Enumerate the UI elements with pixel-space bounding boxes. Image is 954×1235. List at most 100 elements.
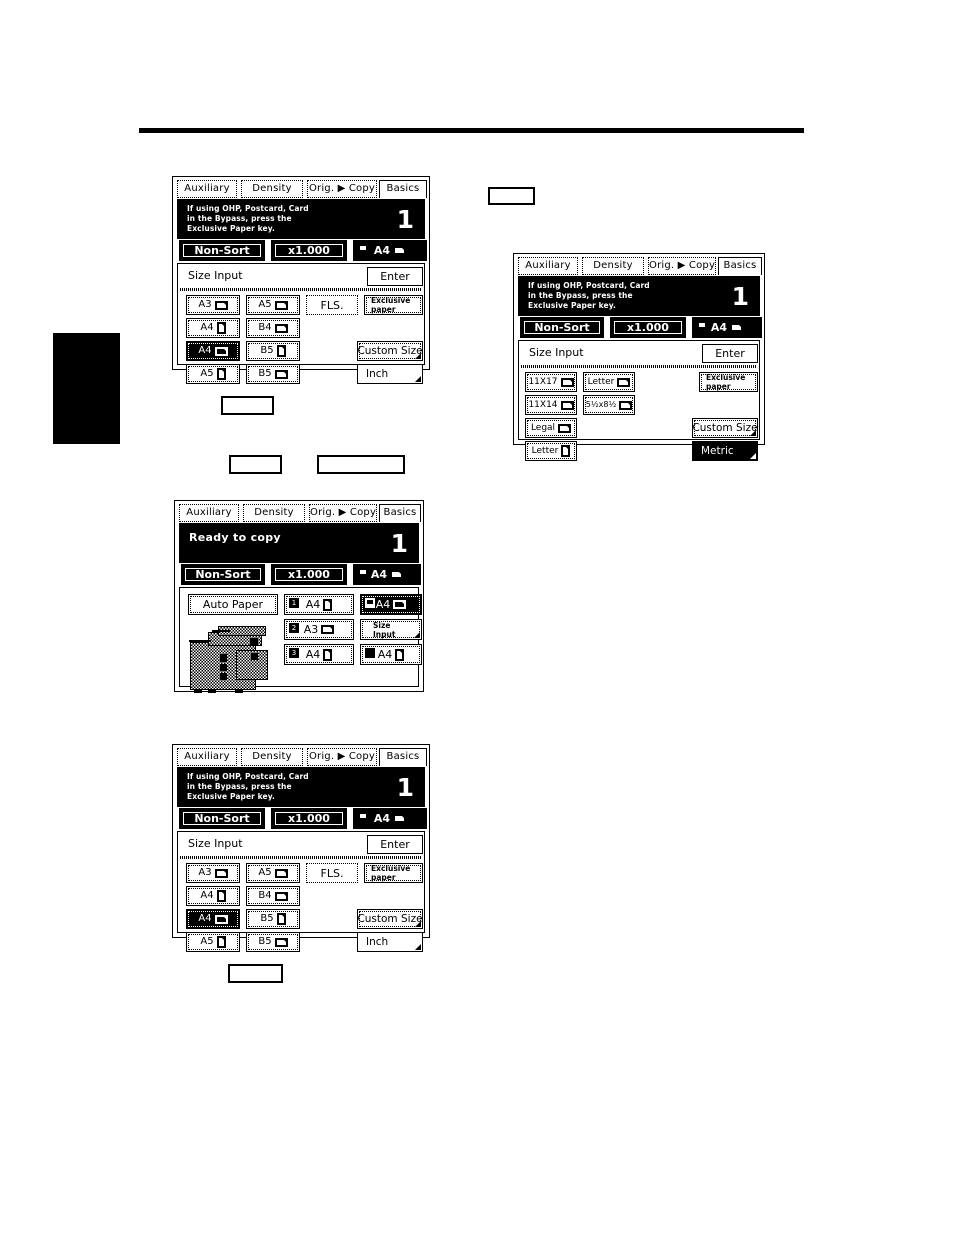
- custom-size-label: Custom Size: [357, 344, 423, 357]
- paper-orientation-landscape-icon: [214, 300, 228, 310]
- size-key-5half-x-8half-land[interactable]: 5½x8½: [583, 395, 635, 415]
- tab-auxiliary[interactable]: Auxiliary: [518, 257, 578, 275]
- status-paper-button[interactable]: A4: [353, 240, 427, 261]
- size-key-a4-port[interactable]: A4: [186, 318, 240, 338]
- status-sort-button[interactable]: Non-Sort: [179, 808, 265, 829]
- exclusive-paper-button[interactable]: Exclusive paper: [364, 863, 423, 883]
- custom-size-button[interactable]: Custom Size: [357, 341, 423, 361]
- status-paper-button[interactable]: A4: [692, 317, 762, 338]
- size-key-a4-land[interactable]: A4: [186, 909, 240, 929]
- size-key-a4-port[interactable]: A4: [186, 886, 240, 906]
- size-key-label: B4: [258, 322, 272, 333]
- tab-basics[interactable]: Basics: [379, 748, 427, 766]
- size-input-button[interactable]: Size Input: [360, 619, 422, 640]
- custom-size-label: Custom Size: [357, 912, 423, 925]
- size-input-label: Size Input: [361, 621, 421, 639]
- size-key-b5-land[interactable]: B5: [246, 364, 300, 384]
- status-zoom-button[interactable]: x1.000: [271, 240, 347, 261]
- tab-density[interactable]: Density: [241, 180, 303, 198]
- status-paper-button[interactable]: A4: [353, 564, 421, 585]
- size-key-letter-land[interactable]: Letter: [583, 372, 635, 392]
- tab-basics[interactable]: Basics: [718, 257, 762, 275]
- custom-size-label: Custom Size: [692, 421, 758, 434]
- exclusive-paper-button[interactable]: Exclusive paper: [364, 295, 423, 315]
- message-line-2: in the Bypass, press the: [528, 291, 633, 300]
- size-key-a5-land[interactable]: A5: [246, 863, 300, 883]
- status-zoom-button[interactable]: x1.000: [271, 808, 347, 829]
- size-key-b5-port[interactable]: B5: [246, 341, 300, 361]
- size-key-a5-port[interactable]: A5: [186, 364, 240, 384]
- size-key-a3-land[interactable]: A3: [186, 295, 240, 315]
- lct-tray-key[interactable]: A4: [360, 644, 422, 665]
- message-bar: If using OHP, Postcard, Card in the Bypa…: [518, 276, 760, 316]
- paper-orientation-portrait-icon: [216, 368, 226, 380]
- paper-orientation-landscape-icon: [558, 423, 572, 433]
- status-sort-button[interactable]: Non-Sort: [179, 240, 265, 261]
- tray-key-3[interactable]: 3 A4: [284, 644, 354, 665]
- size-key-b4-land[interactable]: B4: [246, 886, 300, 906]
- paper-orientation-landscape-icon: [274, 937, 288, 947]
- size-key-b5-land[interactable]: B5: [246, 932, 300, 952]
- status-paper-button[interactable]: A4: [353, 808, 427, 829]
- tab-basics[interactable]: Basics: [379, 180, 427, 198]
- paper-orientation-landscape-icon: [730, 323, 744, 332]
- tray-key-2[interactable]: 2 A3: [284, 619, 354, 640]
- tab-label: Basics: [386, 751, 420, 762]
- size-key-legal-land[interactable]: Legal: [525, 418, 577, 438]
- size-key-11x17-land[interactable]: 11X17: [525, 372, 577, 392]
- message-bar: If using OHP, Postcard, Card in the Bypa…: [177, 199, 425, 239]
- size-key-fls[interactable]: FLS.: [306, 863, 358, 883]
- bypass-tray-icon: [365, 598, 375, 608]
- tab-orig-copy[interactable]: Orig. ▶ Copy: [307, 180, 377, 198]
- paper-orientation-portrait-icon: [395, 648, 405, 661]
- tray-number-icon: 1: [289, 598, 299, 608]
- paper-orientation-landscape-icon: [274, 369, 288, 379]
- tray-key-1[interactable]: 1 A4: [284, 594, 354, 615]
- tab-density[interactable]: Density: [243, 504, 305, 522]
- tab-auxiliary[interactable]: Auxiliary: [179, 504, 239, 522]
- unit-toggle-button[interactable]: Metric: [692, 441, 758, 461]
- size-key-b5-port[interactable]: B5: [246, 909, 300, 929]
- size-key-label: Letter: [587, 376, 615, 387]
- tab-auxiliary[interactable]: Auxiliary: [177, 748, 237, 766]
- size-key-a3-land[interactable]: A3: [186, 863, 240, 883]
- tab-row: Auxiliary Density Orig. ▶ Copy Basics: [179, 504, 421, 523]
- enter-button[interactable]: Enter: [367, 835, 423, 854]
- size-key-a5-land[interactable]: A5: [246, 295, 300, 315]
- custom-size-button[interactable]: Custom Size: [357, 909, 423, 929]
- size-key-a5-port[interactable]: A5: [186, 932, 240, 952]
- tab-density[interactable]: Density: [582, 257, 644, 275]
- copy-count: 1: [396, 205, 414, 234]
- tab-auxiliary[interactable]: Auxiliary: [177, 180, 237, 198]
- size-key-11x14-land[interactable]: 11X14: [525, 395, 577, 415]
- exclusive-paper-button[interactable]: Exclusive paper: [699, 372, 758, 392]
- copy-count: 1: [396, 773, 414, 802]
- size-key-fls[interactable]: FLS.: [306, 295, 358, 315]
- status-row: Non-Sort x1.000 A4: [179, 564, 421, 586]
- enter-button[interactable]: Enter: [702, 344, 758, 363]
- tab-orig-copy[interactable]: Orig. ▶ Copy: [309, 504, 377, 522]
- tab-orig-copy[interactable]: Orig. ▶ Copy: [648, 257, 716, 275]
- status-sort-button[interactable]: Non-Sort: [181, 564, 265, 585]
- size-key-letter-port[interactable]: Letter: [525, 441, 577, 461]
- unit-toggle-button[interactable]: Inch: [357, 364, 423, 384]
- paper-orientation-landscape-icon: [390, 570, 404, 579]
- custom-size-button[interactable]: Custom Size: [692, 418, 758, 438]
- enter-button[interactable]: Enter: [367, 267, 423, 286]
- callout-box-3: [229, 455, 282, 474]
- tab-basics[interactable]: Basics: [379, 504, 421, 522]
- tab-row: Auxiliary Density Orig. ▶ Copy Basics: [177, 180, 427, 199]
- status-zoom-button[interactable]: x1.000: [610, 317, 686, 338]
- auto-paper-button[interactable]: Auto Paper: [188, 594, 278, 615]
- panel-body: Size Input Enter A3 A5 A4 B4 A4 B5 A5 B5…: [177, 263, 425, 384]
- size-key-b4-land[interactable]: B4: [246, 318, 300, 338]
- status-sort-button[interactable]: Non-Sort: [520, 317, 604, 338]
- size-key-a4-land[interactable]: A4: [186, 341, 240, 361]
- tab-orig-copy[interactable]: Orig. ▶ Copy: [307, 748, 377, 766]
- tab-density[interactable]: Density: [241, 748, 303, 766]
- unit-toggle-button[interactable]: Inch: [357, 932, 423, 952]
- paper-orientation-landscape-icon: [393, 600, 407, 609]
- callout-box-5: [228, 964, 283, 983]
- bypass-tray-key[interactable]: A4: [360, 594, 422, 615]
- status-zoom-button[interactable]: x1.000: [271, 564, 347, 585]
